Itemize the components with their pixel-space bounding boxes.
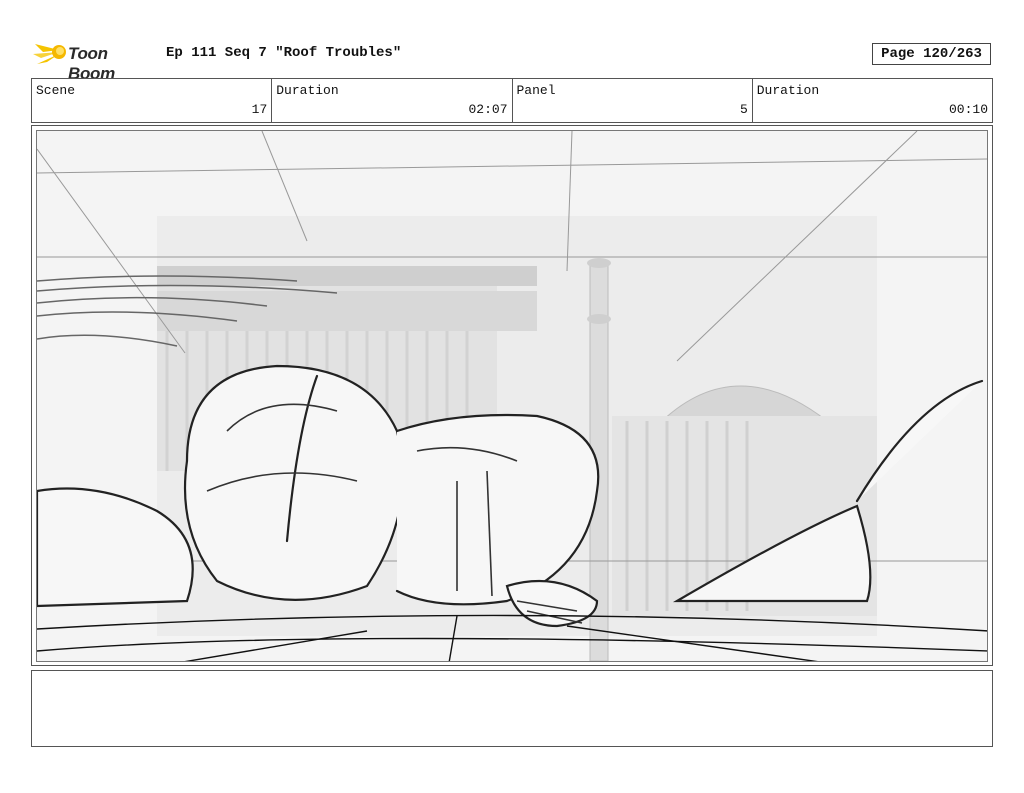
scene-value: 17 (251, 102, 268, 117)
scene-duration-value: 02:07 (468, 102, 508, 117)
info-row: Scene 17 Duration 02:07 Panel 5 Duration… (31, 78, 993, 123)
scene-label: Scene (36, 83, 76, 98)
scene-duration-label: Duration (276, 83, 339, 98)
page-number: Page 120/263 (872, 43, 991, 65)
panel-duration-value: 00:10 (948, 102, 988, 117)
storyboard-sketch-icon (37, 131, 987, 661)
page-title: Ep 111 Seq 7 "Roof Troubles" (166, 45, 402, 61)
panel-cell: Panel 5 (513, 79, 753, 122)
scene-cell: Scene 17 (32, 79, 273, 122)
notes-box (31, 670, 993, 747)
panel-value: 5 (739, 102, 748, 117)
toon-boom-logo: Toon Boom (33, 38, 158, 83)
panel-duration-label: Duration (756, 83, 820, 98)
panel-duration-cell: Duration 00:10 (753, 79, 992, 122)
panel-label: Panel (516, 83, 556, 98)
comet-icon (33, 44, 66, 64)
scene-duration-cell: Duration 02:07 (272, 79, 513, 122)
storyboard-panel-image (36, 130, 988, 662)
